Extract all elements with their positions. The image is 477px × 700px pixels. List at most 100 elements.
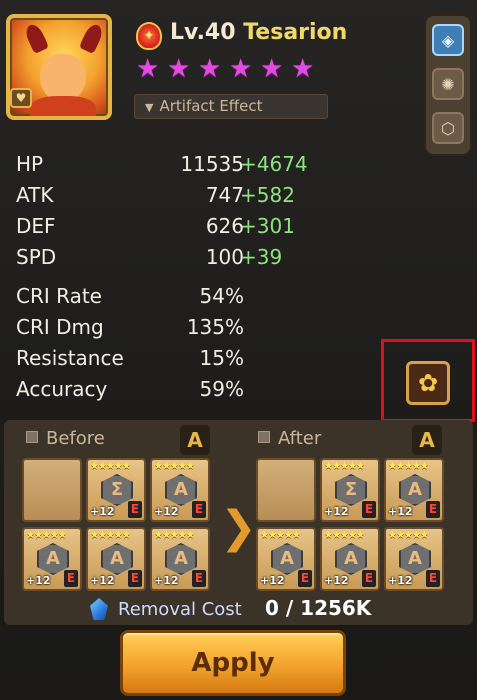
chevron-right-icon: ❯ (220, 502, 257, 553)
rune-slot-empty[interactable] (256, 458, 316, 522)
monster-info-tab[interactable]: ◈ (432, 24, 464, 56)
stat-accuracy: Accuracy 59% (16, 375, 336, 406)
after-label: After (278, 428, 322, 449)
rune-level: +12 (90, 574, 115, 587)
before-label: Before (46, 428, 105, 449)
rune-level: +12 (154, 574, 179, 587)
rune-level: +12 (90, 505, 115, 518)
rune-level: +12 (324, 505, 349, 518)
monster-star-rating: ★ ★ ★ ★ ★ ★ (136, 56, 317, 82)
secondary-stats: CRI Rate 54% CRI Dmg 135% Resistance 15%… (16, 282, 336, 406)
rune-grade: E (426, 570, 440, 587)
rune-slot[interactable]: ★★★★★ Σ +12 E (86, 458, 146, 522)
apply-button[interactable]: Apply (120, 630, 346, 696)
rune-stars: ★★★★★ (260, 530, 301, 541)
star-icon: ★ (260, 54, 284, 84)
stat-atk: ATK 747 +582 (16, 181, 336, 212)
star-icon: ★ (136, 54, 160, 84)
rune-level: +12 (26, 574, 51, 587)
rune-stars: ★★★★★ (90, 530, 131, 541)
removal-cost-label: Removal Cost (118, 599, 242, 620)
rune-stars: ★★★★★ (90, 461, 131, 472)
set-badge-icon: A (412, 425, 442, 455)
rune-stars: ★★★★★ (154, 461, 195, 472)
before-checkbox[interactable] (26, 431, 38, 443)
rune-stars: ★★★★★ (388, 461, 429, 472)
portrait-horn-left (22, 21, 50, 55)
stat-value: 626 (205, 214, 244, 238)
stat-label: ATK (16, 183, 54, 207)
removal-cost-value: 0 / 1256K (265, 596, 372, 620)
rune-grade: E (128, 501, 142, 518)
before-header[interactable]: Before (26, 428, 105, 450)
stat-label: HP (16, 152, 44, 176)
rune-stars: ★★★★★ (154, 530, 195, 541)
rune-stars: ★★★★★ (388, 530, 429, 541)
stat-resistance: Resistance 15% (16, 344, 336, 375)
rune-grade: E (426, 501, 440, 518)
stat-label: Resistance (16, 346, 124, 370)
after-header[interactable]: After (258, 428, 321, 450)
monster-detail-panel: ♥ ✦ Lv.40 Tesarion ★ ★ ★ ★ ★ ★ ▼ Artifact… (0, 0, 477, 700)
rune-icon: ✺ (441, 75, 455, 94)
rune-level: +12 (260, 574, 285, 587)
stat-value: 11535 (180, 152, 244, 176)
skill-flower-button[interactable]: ✿ (406, 361, 450, 405)
rune-slot[interactable]: ★★★★★ A +12 E (384, 527, 444, 591)
artifact-effect-button[interactable]: ▼ Artifact Effect (134, 94, 328, 119)
star-icon: ★ (291, 54, 315, 84)
monster-level: Lv.40 (170, 20, 236, 45)
removal-cost-row: Removal Cost 0 / 1256K (90, 596, 371, 624)
portrait-face (40, 54, 86, 102)
portrait-horn-right (78, 21, 106, 55)
rune-grade: E (128, 570, 142, 587)
artifact-effect-label: Artifact Effect (159, 97, 263, 115)
heart-icon[interactable]: ♥ (10, 88, 32, 108)
stat-label: DEF (16, 214, 56, 238)
rune-level: +12 (324, 574, 349, 587)
rune-stars: ★★★★★ (324, 530, 365, 541)
stat-hp: HP 11535 +4674 (16, 150, 336, 181)
stat-bonus: +4674 (240, 152, 308, 176)
stat-value: 100 (205, 245, 244, 269)
rune-slot[interactable]: ★★★★★ Σ +12 E (320, 458, 380, 522)
stat-bonus: +582 (240, 183, 295, 207)
rune-level: +12 (388, 574, 413, 587)
rune-slot-empty[interactable] (22, 458, 82, 522)
rune-slot[interactable]: ★★★★★ A +12 E (150, 458, 210, 522)
rune-grade: E (64, 570, 78, 587)
after-checkbox[interactable] (258, 431, 270, 443)
stat-value: 135% (186, 315, 244, 339)
monster-name: Tesarion (243, 20, 348, 45)
star-icon: ★ (198, 54, 222, 84)
rune-stars: ★★★★★ (324, 461, 365, 472)
monster-title: Lv.40 Tesarion (170, 20, 347, 45)
base-stats: HP 11535 +4674 ATK 747 +582 DEF 626 +301… (16, 150, 336, 274)
monster-info-icon: ◈ (441, 31, 455, 50)
rune-grade: E (192, 501, 206, 518)
rune-slot[interactable]: ★★★★★ A +12 E (384, 458, 444, 522)
rune-slot[interactable]: ★★★★★ A +12 E (256, 527, 316, 591)
flower-icon: ✿ (417, 369, 439, 397)
stat-label: Accuracy (16, 377, 108, 401)
stat-cri-rate: CRI Rate 54% (16, 282, 336, 313)
rune-slot[interactable]: ★★★★★ A +12 E (320, 527, 380, 591)
rune-grade: E (298, 570, 312, 587)
stat-def: DEF 626 +301 (16, 212, 336, 243)
rune-grade: E (362, 570, 376, 587)
artifact-tab[interactable]: ⬡ (432, 112, 464, 144)
stat-value: 747 (205, 183, 244, 207)
set-badge-icon: A (180, 425, 210, 455)
stat-value: 15% (199, 346, 244, 370)
rune-slot[interactable]: ★★★★★ A +12 E (150, 527, 210, 591)
rune-grade: E (362, 501, 376, 518)
triangle-down-icon: ▼ (145, 101, 154, 114)
stat-value: 59% (199, 377, 244, 401)
stat-label: SPD (16, 245, 57, 269)
rune-slot[interactable]: ★★★★★ A +12 E (22, 527, 82, 591)
side-tab-bar: ◈ ✺ ⬡ (424, 14, 472, 156)
rune-slot[interactable]: ★★★★★ A +12 E (86, 527, 146, 591)
rune-tab[interactable]: ✺ (432, 68, 464, 100)
stat-value: 54% (199, 284, 244, 308)
star-icon: ★ (167, 54, 191, 84)
